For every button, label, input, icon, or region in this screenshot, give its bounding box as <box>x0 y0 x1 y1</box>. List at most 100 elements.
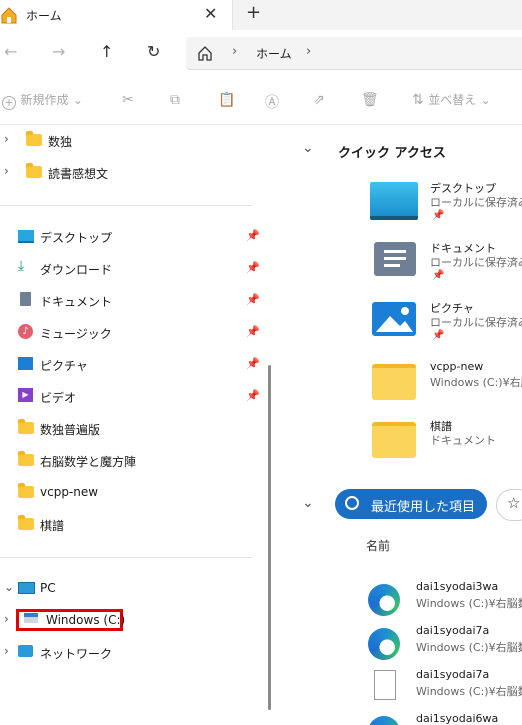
tab-home[interactable]: ホーム ✕ <box>0 0 233 30</box>
cut-icon[interactable]: ✂ <box>122 92 134 108</box>
tab-title: ホーム <box>26 9 62 23</box>
delete-icon[interactable]: 🗑 <box>361 92 379 108</box>
sidebar-item-folder[interactable]: 棋譜 <box>0 511 260 539</box>
sidebar-item-label: ドキュメント <box>40 295 113 309</box>
file-path: Windows (C:)¥右脳数 <box>416 597 522 610</box>
chevron-down-icon: ⌄ <box>72 93 83 107</box>
sidebar-item-folder[interactable]: 右脳数学と魔方陣 <box>0 447 260 475</box>
sidebar-item-documents[interactable]: ドキュメント 📌 <box>0 287 260 315</box>
sort-button-label: 並べ替え <box>428 93 477 107</box>
scrollbar-thumb[interactable] <box>268 365 271 710</box>
breadcrumb-separator: › <box>232 44 238 59</box>
sidebar-item-label: ミュージック <box>40 327 112 341</box>
folder-icon <box>372 422 416 458</box>
column-header-name[interactable]: 名前 <box>366 537 390 554</box>
quick-access-item-documents[interactable]: ドキュメント ローカルに保存済み 📌 <box>370 240 522 296</box>
item-location: ドキュメント <box>430 434 496 447</box>
file-icon <box>374 670 396 700</box>
chevron-right-icon: › <box>4 644 9 658</box>
recent-file-row[interactable]: dai1syodai3wa Windows (C:)¥右脳数 <box>368 580 522 620</box>
recent-items-button[interactable]: 最近使用した項目 <box>335 489 487 519</box>
sidebar-item-windows-c[interactable]: › Windows (C:) <box>0 607 260 635</box>
file-name: dai1syodai7a <box>416 668 490 681</box>
sidebar-item-label: Windows (C:) <box>46 613 126 627</box>
folder-icon <box>26 163 44 180</box>
tab-bar: ホーム ✕ + <box>0 0 522 30</box>
sidebar-item-downloads[interactable]: ⤓ ダウンロード 📌 <box>0 255 260 283</box>
sidebar-item-desktop[interactable]: デスクトップ 📌 <box>0 223 260 251</box>
sidebar-item-label: 棋譜 <box>40 519 65 533</box>
sidebar-item-folder[interactable]: 数独普遍版 <box>0 415 260 443</box>
star-icon: ☆ <box>507 494 521 512</box>
sidebar-item-label: ピクチャ <box>40 359 88 373</box>
pin-icon: 📌 <box>246 389 260 402</box>
recent-file-row[interactable]: dai1syodai7a Windows (C:)¥右脳数 <box>368 668 522 708</box>
chevron-expanded-icon: ⌄ <box>4 580 15 594</box>
folder-icon <box>26 131 44 148</box>
picture-icon <box>18 356 36 372</box>
forward-button[interactable]: → <box>52 42 65 61</box>
address-bar[interactable]: › ホーム › <box>186 37 522 70</box>
sidebar-item-label: ダウンロード <box>40 263 113 277</box>
pc-icon <box>18 580 36 596</box>
sidebar-item-label: PC <box>40 581 56 595</box>
navigation-pane: › 数独 › 読書感想文 デスクトップ 📌 ⤓ ダウンロード 📌 ドキュメント … <box>0 125 262 725</box>
sidebar-item-network[interactable]: › ネットワーク <box>0 639 260 667</box>
sidebar-item-pictures[interactable]: ピクチャ 📌 <box>0 351 260 379</box>
rename-icon[interactable]: Ⓐ <box>265 92 279 112</box>
quick-access-item-desktop[interactable]: デスクトップ ローカルに保存済み 📌 <box>370 180 522 236</box>
plus-circle-icon: + <box>2 96 16 110</box>
refresh-button[interactable]: ↻ <box>147 42 160 61</box>
sidebar-item-sudoku[interactable]: › 数独 <box>0 127 260 155</box>
favorites-button[interactable]: ☆ <box>496 489 522 521</box>
item-location: Windows (C:)¥右脳 <box>430 376 522 389</box>
file-path: Windows (C:)¥右脳数 <box>416 685 522 698</box>
file-name: dai1syodai7a <box>416 624 490 637</box>
close-tab-icon[interactable]: ✕ <box>204 4 217 23</box>
breadcrumb-home[interactable]: ホーム <box>256 45 292 62</box>
sidebar-item-label: 数独 <box>48 135 73 149</box>
breadcrumb-separator[interactable]: › <box>306 44 311 59</box>
clock-icon <box>345 496 359 510</box>
file-name: dai1syodai3wa <box>416 580 499 593</box>
up-button[interactable]: ↑ <box>100 42 113 61</box>
copy-icon[interactable]: ⧉ <box>170 92 180 108</box>
pin-icon: 📌 <box>246 261 260 274</box>
divider <box>0 557 252 558</box>
share-icon[interactable]: ⇗ <box>313 92 325 108</box>
quick-access-item-pictures[interactable]: ピクチャ ローカルに保存済み 📌 <box>370 300 522 356</box>
recent-file-row[interactable]: dai1syodai6wa <box>368 712 522 725</box>
sidebar-item-music[interactable]: ♪ ミュージック 📌 <box>0 319 260 347</box>
sidebar-item-videos[interactable]: ▶ ビデオ 📌 <box>0 383 260 411</box>
download-icon: ⤓ <box>18 258 25 274</box>
recent-file-row[interactable]: dai1syodai7a Windows (C:)¥右脳数 <box>368 624 522 664</box>
recent-items-label: 最近使用した項目 <box>371 500 476 515</box>
pin-icon: 📌 <box>246 229 260 242</box>
home-icon <box>1 7 17 24</box>
folder-icon <box>18 419 36 436</box>
quick-access-item-vcpp-new[interactable]: vcpp-new Windows (C:)¥右脳 <box>370 360 522 416</box>
sort-button[interactable]: ⇅ 並べ替え ⌄ <box>412 91 491 108</box>
new-tab-button[interactable]: + <box>246 2 261 23</box>
back-button[interactable]: ← <box>4 42 17 61</box>
network-icon <box>18 644 36 660</box>
sidebar-item-pc[interactable]: ⌄ PC <box>0 575 260 603</box>
new-button[interactable]: + 新規作成 ⌄ <box>2 91 83 110</box>
folder-icon <box>18 515 36 532</box>
collapse-chevron-icon[interactable]: ⌄ <box>302 140 314 156</box>
sidebar-item-label: 数独普遍版 <box>40 423 101 437</box>
sidebar-item-label: デスクトップ <box>40 231 113 245</box>
folder-icon <box>372 364 416 400</box>
collapse-chevron-icon[interactable]: ⌄ <box>302 495 314 511</box>
sort-icon: ⇅ <box>412 92 424 108</box>
chevron-right-icon: › <box>4 132 9 146</box>
sidebar-item-book-report[interactable]: › 読書感想文 <box>0 159 260 187</box>
divider <box>0 205 252 206</box>
content-pane: ⌄ クイック アクセス デスクトップ ローカルに保存済み 📌 ドキュメント ロー… <box>278 125 522 725</box>
quick-access-title[interactable]: クイック アクセス <box>338 142 446 161</box>
sidebar-item-label: 右脳数学と魔方陣 <box>40 455 137 469</box>
quick-access-item-kifu[interactable]: 棋譜 ドキュメント <box>370 418 522 474</box>
edge-icon <box>368 716 400 725</box>
sidebar-item-folder[interactable]: vcpp-new <box>0 479 260 507</box>
paste-icon[interactable]: 📋 <box>218 92 235 108</box>
